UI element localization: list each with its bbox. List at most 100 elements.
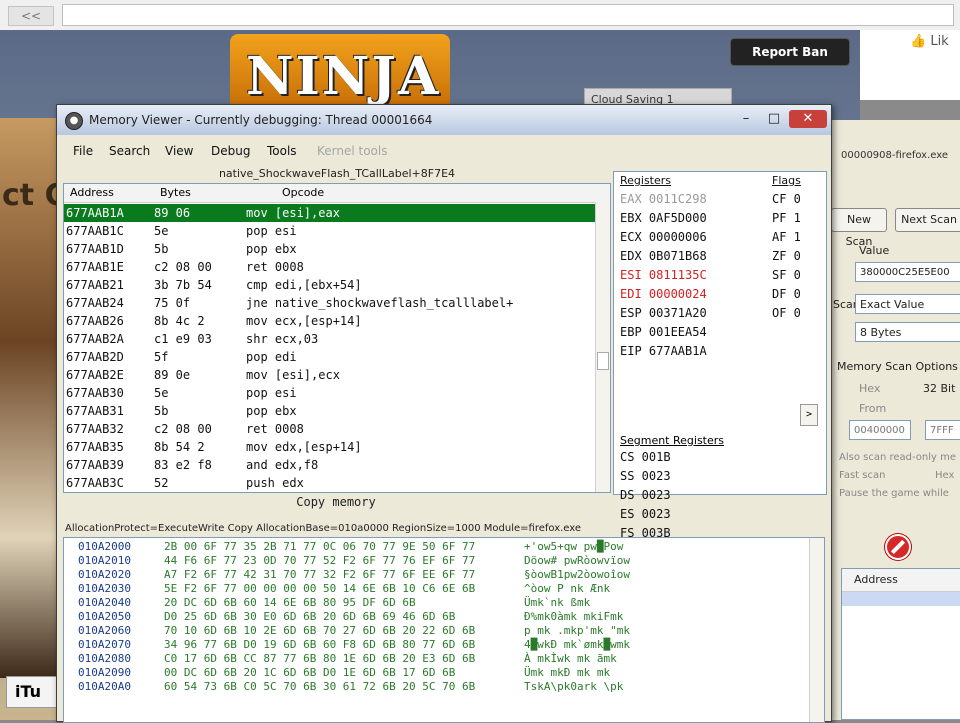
- hex-checkbox[interactable]: Hex: [935, 470, 954, 481]
- disassembler-row[interactable]: 677AAB32 c2 08 00 ret 0008: [64, 420, 596, 438]
- hex-row[interactable]: 010A2090 00 DC 6D 6B 20 1C 6D 6B D0 1E 6D…: [64, 666, 810, 680]
- window-titlebar[interactable]: ● Memory Viewer - Currently debugging: T…: [57, 105, 831, 135]
- bit32-radio[interactable]: 32 Bit: [923, 382, 955, 395]
- address-column[interactable]: Address: [70, 186, 114, 199]
- hex-row[interactable]: 010A2000 2B 00 6F 77 35 2B 71 77 0C 06 70…: [64, 540, 810, 554]
- menu-search[interactable]: Search: [109, 144, 150, 158]
- bytes-column[interactable]: Bytes: [160, 186, 191, 199]
- disassembler-row[interactable]: 677AAB39 83 e2 f8 and edx,f8: [64, 456, 596, 474]
- address-column-header[interactable]: Address: [842, 569, 960, 592]
- register-value[interactable]: EBP 001EEA54: [620, 323, 707, 342]
- from-address-input[interactable]: 00400000: [849, 420, 911, 440]
- menu-debug[interactable]: Debug: [211, 144, 250, 158]
- disassembler-row-selected[interactable]: 677AAB1A 89 06 mov [esi],eax: [64, 204, 596, 222]
- facebook-like-button[interactable]: 👍 Lik: [910, 34, 949, 49]
- disassembler-row[interactable]: 677AAB30 5e pop esi: [64, 384, 596, 402]
- hex-ascii: À mkÌwk mk ãmk: [524, 652, 617, 665]
- scan-type-select[interactable]: Exact Value: [855, 294, 960, 314]
- disassembler-row[interactable]: 677AAB24 75 0f jne native_shockwaveflash_t…: [64, 294, 596, 312]
- hex-ascii: p mk .mkp'mk "mk: [524, 624, 630, 637]
- registers-expand-button[interactable]: >: [800, 404, 818, 426]
- flag-value[interactable]: OF 0: [772, 304, 801, 323]
- flag-value[interactable]: PF 1: [772, 209, 801, 228]
- register-value[interactable]: ESI 0811135C: [620, 266, 707, 285]
- hex-bytes: 44 F6 6F 77 23 0D 70 77 52 F2 6F 77 76 E…: [164, 554, 476, 567]
- disassembler-location-label: native_ShockwaveFlash_TCallLabel+8F7E4: [218, 167, 456, 180]
- browser-address-bar[interactable]: [62, 4, 954, 26]
- instruction-bytes: 5f: [154, 350, 169, 364]
- hex-address: 010A2090: [78, 666, 131, 679]
- hex-view[interactable]: 010A2000 2B 00 6F 77 35 2B 71 77 0C 06 70…: [63, 537, 825, 723]
- disassembler-row[interactable]: 677AAB21 3b 7b 54 cmp edi,[ebx+54]: [64, 276, 596, 294]
- minimize-button[interactable]: –: [733, 110, 759, 128]
- value-type-select[interactable]: 8 Bytes: [855, 322, 960, 342]
- register-value[interactable]: EIP 677AAB1A: [620, 342, 707, 361]
- menu-kernel-tools[interactable]: Kernel tools: [317, 144, 388, 158]
- instruction-bytes: 52: [154, 476, 169, 490]
- disassembler-row[interactable]: 677AAB2A c1 e9 03 shr ecx,03: [64, 330, 596, 348]
- hex-row[interactable]: 010A2050 D0 25 6D 6B 30 E0 6D 6B 20 6D 6B…: [64, 610, 810, 624]
- new-scan-button[interactable]: New Scan: [831, 208, 887, 248]
- report-ban-button[interactable]: Report Ban: [730, 38, 850, 66]
- disassembler-row[interactable]: 677AAB2E 89 0e mov [esi],ecx: [64, 366, 596, 384]
- maximize-button[interactable]: □: [761, 110, 787, 128]
- browser-back-button[interactable]: <<: [8, 6, 54, 26]
- register-value[interactable]: EAX 0011C298: [620, 190, 707, 209]
- register-value[interactable]: ECX 00000006: [620, 228, 707, 247]
- menu-view[interactable]: View: [165, 144, 193, 158]
- hex-row[interactable]: 010A20A0 60 54 73 6B C0 5C 70 6B 30 61 72…: [64, 680, 810, 694]
- address-list-selected-row[interactable]: [842, 592, 960, 606]
- flag-value[interactable]: ZF 0: [772, 247, 801, 266]
- flag-value[interactable]: SF 0: [772, 266, 801, 285]
- menu-file[interactable]: File: [73, 144, 93, 158]
- scan-readonly-checkbox[interactable]: Also scan read-only me: [839, 452, 956, 463]
- hex-address: 010A2040: [78, 596, 131, 609]
- menu-tools[interactable]: Tools: [267, 144, 297, 158]
- instruction-opcode: pop ebx: [246, 404, 297, 418]
- disassembler-row[interactable]: 677AAB31 5b pop ebx: [64, 402, 596, 420]
- disassembler-row[interactable]: 677AAB1C 5e pop esi: [64, 222, 596, 240]
- address-list[interactable]: Address: [841, 568, 960, 720]
- disassembler-row[interactable]: 677AAB35 8b 54 2 mov edx,[esp+14]: [64, 438, 596, 456]
- hex-row[interactable]: 010A2040 20 DC 6D 6B 60 14 6E 6B 80 95 DF…: [64, 596, 810, 610]
- instruction-bytes: 8b 54 2: [154, 440, 205, 454]
- opcode-column[interactable]: Opcode: [282, 186, 324, 199]
- disassembler-row[interactable]: 677AAB1E c2 08 00 ret 0008: [64, 258, 596, 276]
- disassembler-scrollbar[interactable]: [595, 202, 610, 492]
- register-value[interactable]: EBX 0AF5D000: [620, 209, 707, 228]
- scrollbar-thumb[interactable]: [597, 352, 609, 370]
- segment-registers-header: Segment Registers: [620, 434, 725, 447]
- next-scan-button[interactable]: Next Scan: [895, 208, 960, 232]
- hex-scrollbar[interactable]: [809, 538, 824, 722]
- disassembler-row[interactable]: 677AAB2D 5f pop edi: [64, 348, 596, 366]
- value-input[interactable]: 380000C25E5E00: [855, 262, 960, 282]
- disassembler-view[interactable]: Address Bytes Opcode 677AAB1A 89 06 mov [e…: [63, 183, 611, 493]
- stop-icon[interactable]: [885, 534, 911, 560]
- close-button[interactable]: ✕: [789, 110, 827, 128]
- to-address-input[interactable]: 7FFF: [925, 420, 960, 440]
- hex-bytes: A7 F2 6F 77 42 31 70 77 32 F2 6F 77 6F E…: [164, 568, 476, 581]
- hex-row[interactable]: 010A2020 A7 F2 6F 77 42 31 70 77 32 F2 6F…: [64, 568, 810, 582]
- from-label: From: [859, 402, 887, 415]
- flag-value[interactable]: AF 1: [772, 228, 801, 247]
- hex-ascii: Ð%mk0àmk mkiFmk: [524, 610, 624, 623]
- instruction-bytes: 3b 7b 54: [154, 278, 212, 292]
- hex-row[interactable]: 010A2070 34 96 77 6B D0 19 6D 6B 60 F8 6D…: [64, 638, 810, 652]
- hex-row[interactable]: 010A2010 44 F6 6F 77 23 0D 70 77 52 F2 6F…: [64, 554, 810, 568]
- hex-row[interactable]: 010A2030 5E F2 6F 77 00 00 00 00 50 14 6E…: [64, 582, 810, 596]
- pause-game-checkbox[interactable]: Pause the game while: [839, 488, 949, 499]
- register-value[interactable]: EDX 0B071B68: [620, 247, 707, 266]
- register-value[interactable]: EDI 00000024: [620, 285, 707, 304]
- copy-memory-label[interactable]: Copy memory: [63, 495, 609, 511]
- disassembler-row[interactable]: 677AAB26 8b 4c 2 mov ecx,[esp+14]: [64, 312, 596, 330]
- hex-row[interactable]: 010A2060 70 10 6D 6B 10 2E 6D 6B 70 27 6D…: [64, 624, 810, 638]
- registers-header: Registers: [620, 174, 672, 187]
- register-value[interactable]: ESP 00371A20: [620, 304, 707, 323]
- fast-scan-checkbox[interactable]: Fast scan: [839, 470, 885, 481]
- flag-value[interactable]: DF 0: [772, 285, 801, 304]
- hex-row[interactable]: 010A2080 C0 17 6D 6B CC 87 77 6B 80 1E 6D…: [64, 652, 810, 666]
- flag-value[interactable]: CF 0: [772, 190, 801, 209]
- instruction-opcode: pop edi: [246, 350, 297, 364]
- disassembler-row[interactable]: 677AAB3C 52 push edx: [64, 474, 596, 492]
- disassembler-row[interactable]: 677AAB1D 5b pop ebx: [64, 240, 596, 258]
